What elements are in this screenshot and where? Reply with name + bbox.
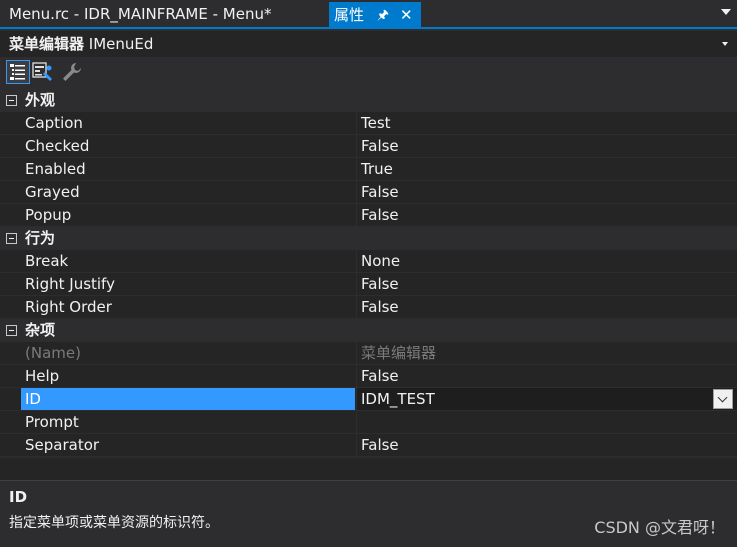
category-behavior[interactable]: 行为: [0, 227, 737, 250]
description-text: 指定菜单项或菜单资源的标识符。: [9, 515, 219, 531]
property-name: Checked: [25, 137, 90, 155]
property-pages-button[interactable]: [31, 60, 55, 84]
category-label: 杂项: [25, 321, 56, 339]
property-row-prompt[interactable]: Prompt: [0, 411, 737, 434]
tab-list-dropdown-icon[interactable]: [721, 9, 731, 15]
category-label: 外观: [25, 91, 56, 109]
property-value[interactable]: False: [356, 135, 737, 157]
property-value[interactable]: True: [356, 158, 737, 180]
wrench-icon: [63, 63, 81, 81]
tab-properties-label: 属性: [334, 6, 365, 24]
property-grid: 外观 Caption Test Checked False Enabled Tr…: [0, 89, 737, 457]
category-label: 行为: [25, 229, 56, 247]
property-row-caption[interactable]: Caption Test: [0, 112, 737, 135]
property-value[interactable]: Test: [356, 112, 737, 134]
property-name: (Name): [25, 344, 81, 362]
description-title: ID: [9, 488, 28, 506]
property-row-id[interactable]: ID IDM_TEST: [0, 388, 737, 411]
tab-menu-document[interactable]: Menu.rc - IDR_MAINFRAME - Menu*: [0, 2, 326, 27]
property-row-checked[interactable]: Checked False: [0, 135, 737, 158]
property-pages-icon: [32, 62, 52, 81]
property-name: Popup: [25, 206, 72, 224]
property-name: Enabled: [25, 160, 86, 178]
property-name: Separator: [25, 436, 100, 454]
property-row-right-order[interactable]: Right Order False: [0, 296, 737, 319]
property-name: Caption: [25, 114, 83, 132]
tab-strip: Menu.rc - IDR_MAINFRAME - Menu* 属性 🖈 ✕: [0, 0, 737, 29]
property-row-grayed[interactable]: Grayed False: [0, 181, 737, 204]
object-selector[interactable]: 菜单编辑器 IMenuEd: [0, 31, 737, 57]
property-value[interactable]: False: [356, 296, 737, 318]
property-name: Help: [25, 367, 60, 385]
property-row-popup[interactable]: Popup False: [0, 204, 737, 227]
property-row-right-justify[interactable]: Right Justify False: [0, 273, 737, 296]
property-value[interactable]: IDM_TEST: [361, 390, 435, 408]
tab-properties[interactable]: 属性 🖈 ✕: [329, 2, 421, 29]
watermark: CSDN @文君呀！: [594, 518, 725, 537]
property-name: ID: [21, 388, 355, 410]
collapse-icon[interactable]: [6, 95, 17, 106]
properties-toolbar: [0, 57, 737, 88]
pin-icon[interactable]: 🖈: [377, 2, 389, 29]
property-row-break[interactable]: Break None: [0, 250, 737, 273]
property-value[interactable]: [356, 411, 737, 433]
property-row-help[interactable]: Help False: [0, 365, 737, 388]
grid-empty-area: [0, 458, 737, 480]
property-value-combo[interactable]: IDM_TEST: [356, 388, 737, 410]
chevron-down-icon[interactable]: [722, 42, 728, 46]
property-name: Break: [25, 252, 69, 270]
property-name: Prompt: [25, 413, 79, 431]
property-row-enabled[interactable]: Enabled True: [0, 158, 737, 181]
property-value[interactable]: None: [356, 250, 737, 272]
property-value[interactable]: False: [356, 365, 737, 387]
close-icon[interactable]: ✕: [400, 2, 413, 29]
categorized-icon: [10, 64, 25, 80]
property-value: 菜单编辑器: [356, 342, 737, 364]
property-name: Right Justify: [25, 275, 115, 293]
category-appearance[interactable]: 外观: [0, 89, 737, 112]
messages-button[interactable]: [60, 60, 84, 84]
property-value[interactable]: False: [356, 273, 737, 295]
chevron-down-icon[interactable]: [713, 389, 733, 409]
category-misc[interactable]: 杂项: [0, 319, 737, 342]
property-row-separator[interactable]: Separator False: [0, 434, 737, 457]
property-name: Grayed: [25, 183, 80, 201]
collapse-icon[interactable]: [6, 325, 17, 336]
property-value[interactable]: False: [356, 434, 737, 456]
collapse-icon[interactable]: [6, 233, 17, 244]
property-row-name[interactable]: (Name) 菜单编辑器: [0, 342, 737, 365]
property-name: Right Order: [25, 298, 112, 316]
property-value[interactable]: False: [356, 181, 737, 203]
categorized-button[interactable]: [6, 60, 30, 84]
property-value[interactable]: False: [356, 204, 737, 226]
object-name: IMenuEd: [88, 35, 154, 53]
object-kind: 菜单编辑器: [9, 35, 85, 53]
